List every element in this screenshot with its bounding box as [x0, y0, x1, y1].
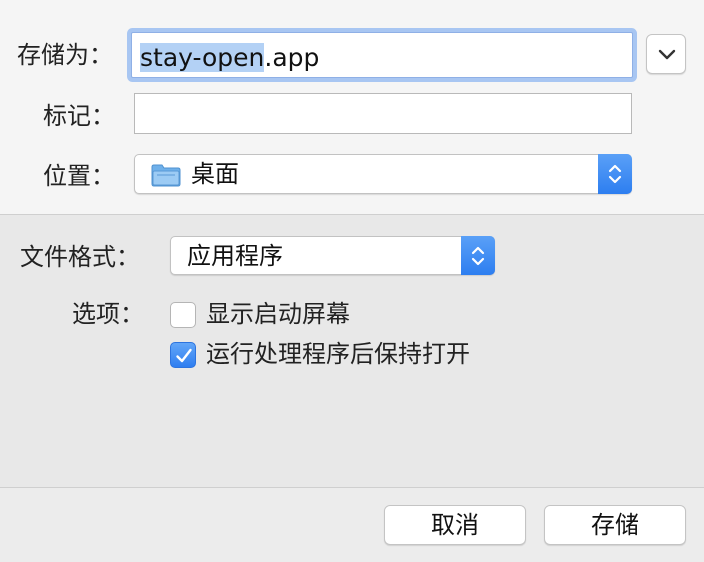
options-label: 选项：: [72, 300, 144, 328]
stay-open-label[interactable]: 运行处理程序后保持打开: [206, 339, 470, 369]
chevron-down-icon: [658, 49, 676, 60]
filename-selection: stay-open: [140, 43, 265, 72]
filename-text[interactable]: stay-open.app: [140, 43, 319, 73]
filename-extension: .app: [264, 43, 320, 72]
file-format-popup[interactable]: 应用程序: [170, 236, 495, 275]
checkmark-icon: [176, 348, 192, 363]
location-stepper[interactable]: [598, 154, 632, 194]
stay-open-checkbox[interactable]: [170, 342, 196, 368]
folder-icon: [151, 164, 181, 187]
up-down-chevron-icon: [471, 246, 485, 266]
save-as-label: 存储为：: [17, 41, 113, 69]
show-startup-screen-label[interactable]: 显示启动屏幕: [206, 299, 350, 329]
save-button[interactable]: 存储: [544, 505, 686, 545]
location-value: 桌面: [191, 160, 239, 188]
file-format-label: 文件格式：: [20, 243, 140, 271]
save-location-panel: 存储为： stay-open.app 标记： 位置： 桌面: [0, 0, 704, 214]
location-label: 位置：: [43, 162, 115, 190]
tags-field[interactable]: [134, 93, 632, 134]
location-popup[interactable]: 桌面: [134, 154, 632, 194]
show-startup-screen-checkbox[interactable]: [170, 302, 196, 328]
save-dialog: 存储为： stay-open.app 标记： 位置： 桌面 文件格式： 应用程序…: [0, 0, 704, 562]
tags-label: 标记：: [43, 102, 115, 130]
cancel-button[interactable]: 取消: [384, 505, 526, 545]
up-down-chevron-icon: [608, 164, 622, 184]
expand-dialog-button[interactable]: [646, 34, 686, 74]
filename-field[interactable]: stay-open.app: [131, 32, 633, 78]
format-options-panel: 文件格式： 应用程序 选项： 显示启动屏幕 运行处理程序后保持打开: [0, 215, 704, 487]
file-format-value: 应用程序: [187, 242, 283, 270]
file-format-stepper[interactable]: [461, 236, 495, 275]
